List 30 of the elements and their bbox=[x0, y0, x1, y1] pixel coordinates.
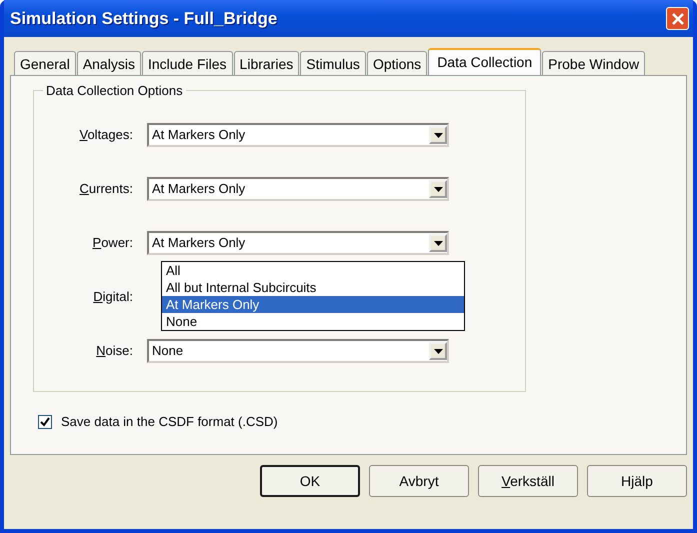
field-label: Digital: bbox=[92, 288, 134, 306]
dropdown-option[interactable]: All but Internal Subcircuits bbox=[162, 279, 464, 296]
dialog-button[interactable]: Verkställ bbox=[478, 465, 578, 497]
dropdown-field[interactable]: At Markers Only bbox=[147, 177, 449, 201]
close-icon bbox=[670, 12, 684, 26]
dropdown-field[interactable]: At Markers Only bbox=[147, 231, 449, 255]
dialog-button[interactable]: Hjälp bbox=[587, 465, 687, 497]
dialog-button[interactable]: Avbryt bbox=[369, 465, 469, 497]
tab[interactable]: Analysis bbox=[76, 51, 141, 75]
checkbox-label: Save data in the CSDF format (.CSD) bbox=[61, 413, 278, 431]
dropdown-option[interactable]: All bbox=[162, 262, 464, 279]
window-title: Simulation Settings - Full_Bridge bbox=[10, 8, 278, 30]
tab[interactable]: Libraries bbox=[234, 51, 300, 75]
tab[interactable]: Options bbox=[366, 51, 428, 75]
tab[interactable]: Data Collection bbox=[428, 48, 542, 76]
tab[interactable]: General bbox=[14, 51, 76, 75]
dropdown-field[interactable]: At Markers Only bbox=[147, 123, 449, 147]
field-label: Noise: bbox=[95, 342, 134, 360]
field-label: Power: bbox=[92, 234, 134, 252]
dropdown-field[interactable]: None bbox=[147, 339, 449, 363]
dropdown-option[interactable]: None bbox=[162, 313, 464, 330]
tab[interactable]: Probe Window bbox=[542, 51, 646, 75]
field-label: Currents: bbox=[78, 180, 134, 198]
tab[interactable]: Include Files bbox=[142, 51, 233, 75]
dialog-button[interactable]: OK bbox=[260, 465, 360, 497]
field-label: Voltages: bbox=[78, 126, 134, 144]
tab[interactable]: Stimulus bbox=[300, 51, 366, 75]
dropdown-option[interactable]: At Markers Only bbox=[162, 296, 464, 313]
checkbox[interactable] bbox=[38, 414, 52, 429]
close-button[interactable] bbox=[666, 7, 689, 30]
